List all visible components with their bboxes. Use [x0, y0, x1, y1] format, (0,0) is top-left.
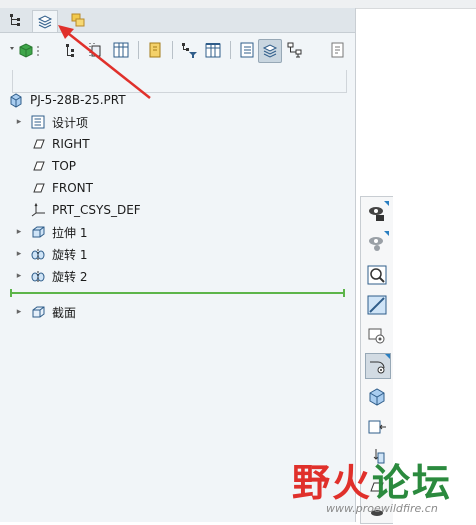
tree-settings-button[interactable] — [326, 39, 348, 61]
spin-center-icon — [368, 420, 386, 434]
standard-orientation-button[interactable] — [365, 385, 389, 409]
tree-item-label: 截面 — [52, 305, 77, 320]
eye-camera-icon — [369, 207, 384, 221]
layers-icon — [262, 44, 278, 58]
layer-view-button[interactable] — [258, 39, 282, 63]
expand-arrow-icon[interactable]: ▸ — [14, 227, 24, 237]
tree-item-label: PRT_CSYS_DEF — [52, 203, 141, 217]
settings-columns-button[interactable] — [202, 39, 224, 61]
filter-tree-icon — [182, 43, 197, 58]
insert-marker-left-tick — [10, 289, 12, 297]
tree-item-label: 旋转 1 — [52, 247, 88, 262]
display-dropdown[interactable] — [8, 39, 44, 61]
tree-item-revolve-2[interactable]: ▸ 旋转 2 — [0, 265, 88, 287]
list-icon — [240, 42, 254, 58]
insert-marker-right-tick — [343, 289, 345, 297]
tree-item-label: 旋转 2 — [52, 269, 88, 284]
settings-sheet-icon — [331, 42, 344, 58]
tree-item-csys[interactable]: PRT_CSYS_DEF — [0, 199, 141, 221]
tree-item-revolve-1[interactable]: ▸ 旋转 1 — [0, 243, 88, 265]
display-style-icon — [370, 361, 385, 374]
watermark-part-2: 论坛 — [372, 460, 453, 505]
refit-icon — [367, 295, 387, 315]
saved-views-button[interactable] — [365, 201, 389, 225]
display-style-button[interactable] — [365, 353, 391, 379]
annotation-arrow — [58, 25, 151, 99]
magnifier-icon — [367, 265, 387, 285]
watermark-part-1: 野火 — [292, 460, 373, 505]
tab-model-tree[interactable] — [4, 10, 28, 30]
tree-item-extrude-1[interactable]: ▸ 拉伸 1 — [0, 221, 88, 243]
tree-item-label: TOP — [52, 159, 77, 173]
tree-item-design-items[interactable]: ▸ 设计项 — [0, 111, 88, 133]
expand-arrow-icon[interactable]: ▸ — [14, 117, 24, 127]
csys-icon — [30, 202, 46, 218]
forum-watermark: 野火论坛 www.proewildfire.cn — [290, 452, 476, 522]
hierarchy-icon — [287, 42, 302, 58]
repaint-icon — [368, 328, 385, 344]
tree-filters-button[interactable] — [178, 39, 200, 61]
expand-arrow-icon[interactable]: ▸ — [14, 307, 24, 317]
insert-here-marker[interactable] — [10, 292, 345, 294]
revolve-icon — [30, 268, 46, 284]
part-icon — [8, 92, 24, 108]
spin-center-button[interactable] — [365, 415, 389, 439]
watermark-title: 野火论坛 — [292, 452, 452, 507]
revolve-icon — [30, 246, 46, 262]
tree-item-top[interactable]: TOP — [0, 155, 76, 177]
datum-plane-icon — [30, 180, 46, 196]
tree-item-label: 拉伸 1 — [52, 225, 88, 240]
view-manager-button[interactable] — [365, 231, 389, 255]
datum-plane-icon — [30, 136, 46, 152]
table-settings-icon — [205, 43, 221, 58]
design-items-icon — [30, 114, 46, 130]
expand-arrow-icon[interactable]: ▸ — [14, 271, 24, 281]
tree-item-section[interactable]: ▸ 截面 — [0, 301, 76, 323]
extrude-icon — [30, 224, 46, 240]
tree-item-front[interactable]: FRONT — [0, 177, 93, 199]
expand-arrow-icon[interactable]: ▸ — [14, 249, 24, 259]
zoom-button[interactable] — [365, 263, 389, 287]
cube-orientation-icon — [369, 388, 385, 406]
section-icon — [30, 304, 46, 320]
repaint-button[interactable] — [365, 323, 389, 347]
part-display-icon — [10, 43, 39, 58]
tree-structure-icon — [10, 14, 20, 26]
list-view-button[interactable] — [236, 39, 258, 61]
eye-grey-icon — [369, 237, 383, 251]
refit-button[interactable] — [365, 293, 389, 317]
watermark-url: www.proewildfire.cn — [326, 502, 438, 515]
tree-item-label: RIGHT — [52, 137, 90, 151]
hierarchy-button[interactable] — [284, 39, 306, 61]
tree-item-label: 设计项 — [52, 115, 89, 130]
tree-item-right[interactable]: RIGHT — [0, 133, 90, 155]
tree-item-label: FRONT — [52, 181, 93, 195]
datum-plane-icon — [30, 158, 46, 174]
